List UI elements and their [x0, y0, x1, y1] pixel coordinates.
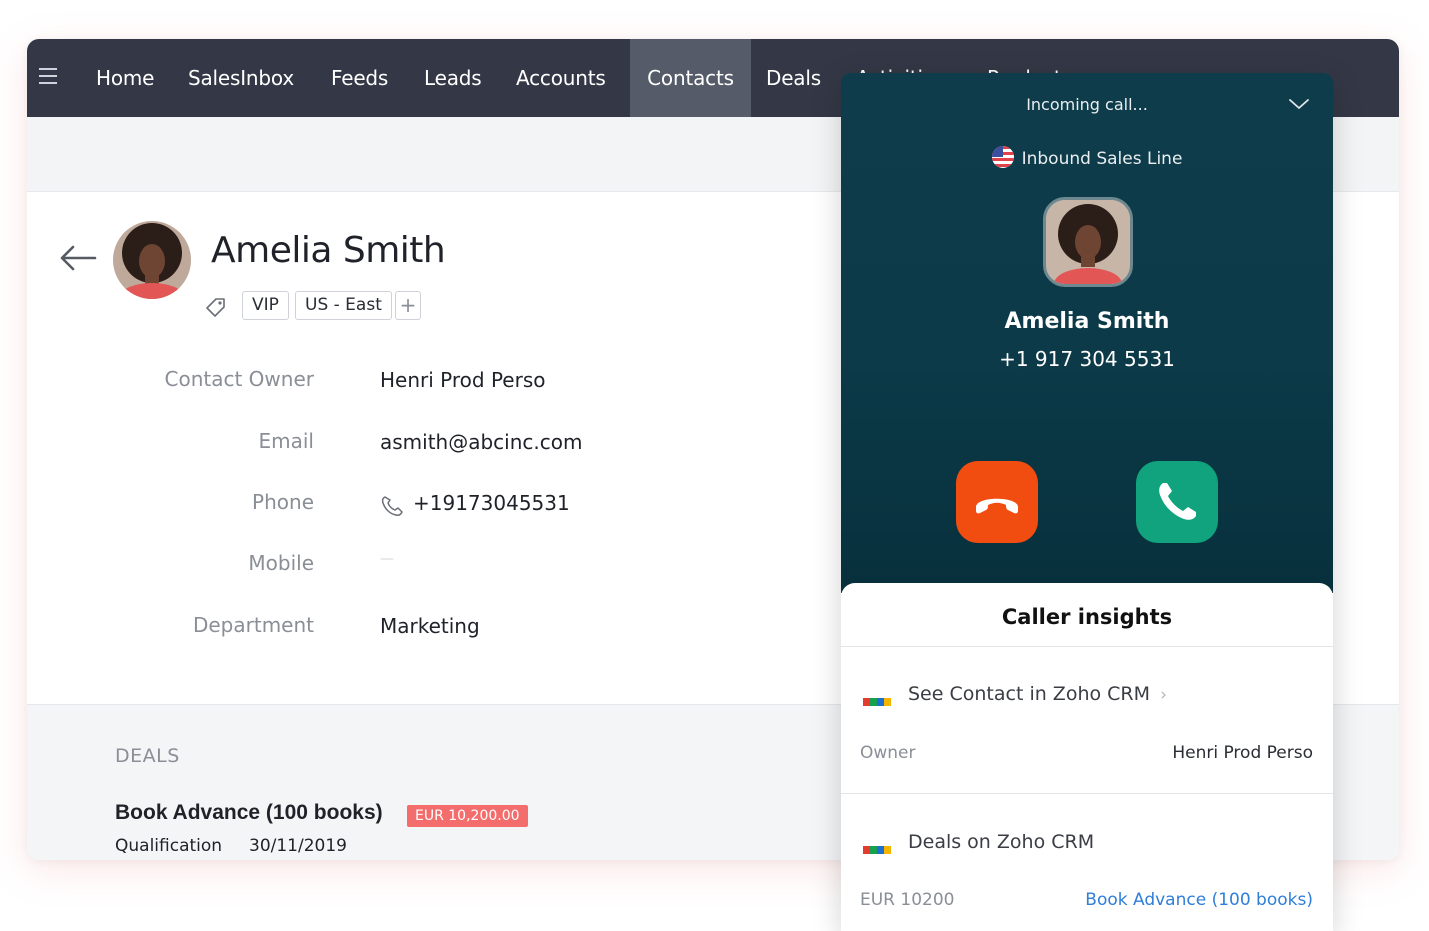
incoming-call-widget: Incoming call... Inbound Sales Line Amel…: [841, 73, 1333, 931]
contact-avatar: [113, 221, 191, 299]
deal-amount-badge: EUR 10,200.00: [407, 805, 528, 827]
field-label-phone: Phone: [252, 490, 314, 514]
caller-name: Amelia Smith: [1004, 309, 1170, 334]
field-value-phone[interactable]: +19173045531: [413, 491, 570, 515]
deal-name-link[interactable]: Book Advance (100 books): [1085, 890, 1313, 910]
deal-closing-date: 30/11/2019: [249, 836, 347, 856]
tag-us-east[interactable]: US - East: [295, 291, 392, 320]
chevron-right-icon: ›: [1160, 685, 1167, 705]
deals-on-zoho-heading: Deals on Zoho CRM: [908, 831, 1095, 853]
decline-call-button[interactable]: [956, 461, 1038, 543]
us-flag-icon: [991, 146, 1014, 168]
owner-value: Henri Prod Perso: [1172, 743, 1313, 763]
zoho-logo-icon: [863, 839, 891, 854]
deals-heading: DEALS: [115, 745, 180, 767]
caller-insights-panel: Caller insights See Contact in Zoho CRM …: [841, 583, 1333, 931]
field-label-email: Email: [258, 429, 315, 453]
nav-contacts[interactable]: Contacts: [630, 39, 751, 117]
deal-amount: EUR 10200: [860, 890, 955, 910]
call-line-row: Inbound Sales Line: [841, 146, 1333, 169]
divider: [841, 646, 1333, 647]
field-value-email[interactable]: asmith@abcinc.com: [380, 430, 582, 454]
field-label-contact-owner: Contact Owner: [164, 367, 314, 391]
add-tag-button[interactable]: +: [395, 291, 421, 320]
call-panel: Incoming call... Inbound Sales Line Amel…: [841, 73, 1333, 593]
nav-leads[interactable]: Leads: [409, 39, 496, 117]
back-arrow-icon[interactable]: [59, 244, 97, 272]
hang-up-icon: [976, 498, 1018, 514]
nav-home[interactable]: Home: [81, 39, 169, 117]
call-status: Incoming call...: [1026, 95, 1148, 114]
nav-feeds[interactable]: Feeds: [316, 39, 403, 117]
field-value-mobile: —: [380, 551, 394, 567]
deal-title-link[interactable]: Book Advance (100 books): [115, 801, 383, 825]
contact-name: Amelia Smith: [211, 230, 446, 271]
caller-avatar: [1043, 197, 1133, 287]
caller-insights-title: Caller insights: [1001, 605, 1173, 629]
tag-icon[interactable]: [205, 297, 227, 319]
nav-deals[interactable]: Deals: [751, 39, 836, 117]
caller-number: +1 917 304 5531: [999, 347, 1175, 371]
nav-accounts[interactable]: Accounts: [501, 39, 621, 117]
see-contact-label: See Contact in Zoho CRM: [908, 683, 1151, 705]
zoho-logo-icon: [863, 691, 891, 706]
field-label-mobile: Mobile: [248, 551, 314, 575]
phone-icon: [1159, 483, 1196, 520]
tag-vip[interactable]: VIP: [242, 291, 289, 320]
see-contact-in-zoho-link[interactable]: See Contact in Zoho CRM ›: [908, 683, 1167, 705]
field-value-department: Marketing: [380, 614, 480, 638]
hamburger-menu-icon[interactable]: [39, 68, 57, 84]
deal-stage: Qualification: [115, 836, 223, 856]
owner-label: Owner: [860, 743, 916, 763]
chevron-down-icon[interactable]: [1288, 97, 1310, 111]
field-label-department: Department: [192, 613, 314, 637]
nav-salesinbox[interactable]: SalesInbox: [173, 39, 309, 117]
call-line-name: Inbound Sales Line: [1021, 149, 1183, 169]
divider: [841, 793, 1333, 794]
accept-call-button[interactable]: [1136, 461, 1218, 543]
field-value-contact-owner: Henri Prod Perso: [380, 368, 546, 392]
phone-icon[interactable]: [380, 494, 406, 518]
